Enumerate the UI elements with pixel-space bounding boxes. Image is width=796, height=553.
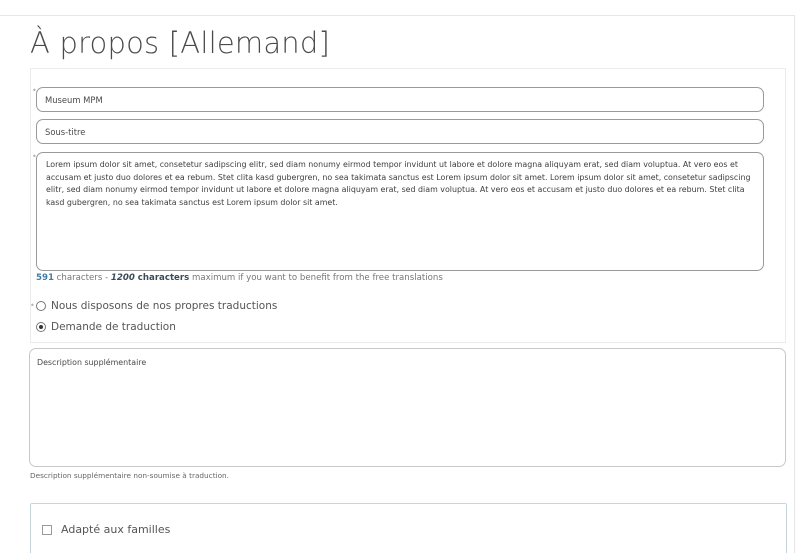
counter-text: characters - xyxy=(53,273,111,283)
character-max: 1200 xyxy=(110,273,135,283)
radio-button-selected[interactable] xyxy=(36,322,46,332)
page: À propos [Allemand] • Museum MPM Sous-ti… xyxy=(0,0,796,553)
radio-label: Nous disposons de nos propres traduction… xyxy=(51,300,278,312)
subtitle-input-placeholder: Sous-titre xyxy=(45,126,86,137)
family-friendly-label: Adapté aux familles xyxy=(61,523,171,536)
character-counter: 591 characters - 1200 characters maximum… xyxy=(36,273,443,283)
description-textarea[interactable]: Lorem ipsum dolor sit amet, consetetur s… xyxy=(36,152,764,271)
radio-own-translations[interactable]: Nous disposons de nos propres traduction… xyxy=(36,300,277,312)
family-options-panel: Adapté aux familles xyxy=(30,503,787,553)
name-input-value: Museum MPM xyxy=(45,94,103,105)
additional-description-placeholder: Description supplémentaire xyxy=(37,358,147,367)
page-title: À propos [Allemand] xyxy=(30,26,331,60)
radio-button[interactable] xyxy=(36,301,46,311)
character-count: 591 xyxy=(36,273,54,283)
counter-characters-word: characters xyxy=(134,273,190,283)
radio-label: Demande de traduction xyxy=(51,321,176,333)
radio-request-translation[interactable]: Demande de traduction xyxy=(36,321,176,333)
family-friendly-option[interactable]: Adapté aux familles xyxy=(42,523,170,536)
additional-description-help: Description supplémentaire non-soumise à… xyxy=(30,471,229,480)
family-friendly-checkbox[interactable] xyxy=(42,524,52,535)
counter-hint: maximum if you want to benefit from the … xyxy=(189,273,443,283)
required-marker: • xyxy=(30,301,35,310)
subtitle-input[interactable]: Sous-titre xyxy=(36,119,764,144)
additional-description-textarea[interactable]: Description supplémentaire xyxy=(29,348,786,467)
name-input[interactable]: Museum MPM xyxy=(36,87,764,112)
